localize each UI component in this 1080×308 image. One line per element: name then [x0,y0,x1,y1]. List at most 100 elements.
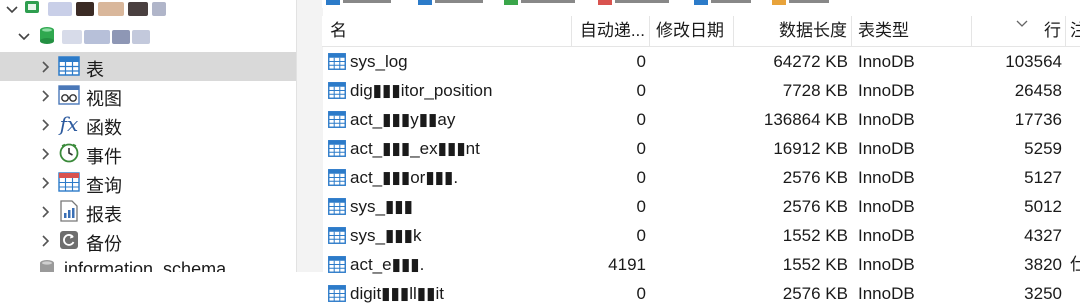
data-length-value: 2576 KB [782,168,848,187]
auto-increment-value: 0 [636,52,646,71]
table-name: sys_▮▮▮ [350,197,414,216]
table-icon [328,82,346,99]
chevron-right-icon[interactable] [38,175,54,191]
comment-value: 仕 [1070,255,1080,274]
toolbar-button[interactable] [326,0,391,6]
column-header-label: 行 [1044,21,1061,40]
data-length-value: 16912 KB [773,139,848,158]
auto-increment-value: 0 [636,139,646,158]
column-header-auto-increment[interactable]: 自动递... [572,16,650,46]
database-icon [36,25,58,47]
engine-value: InnoDB [858,110,915,129]
toolbar-button[interactable] [694,0,751,6]
comment-value [1070,134,1080,163]
redacted-text [84,30,110,44]
database-node[interactable] [0,22,296,51]
modified-date-value [656,76,734,105]
connection-icon [22,0,44,18]
comment-value [1070,192,1080,221]
toolbar-button[interactable] [598,0,669,6]
panel-splitter[interactable] [296,0,323,272]
row-count-value: 5127 [1024,168,1062,187]
chevron-down-icon[interactable] [4,2,20,18]
chevron-down-icon[interactable] [16,29,32,45]
data-length-value: 64272 KB [773,52,848,71]
tree-item-views[interactable]: 视图 [0,81,296,110]
tree-item-reports[interactable]: 报表 [0,197,296,226]
tree-item-events[interactable]: 事件 [0,139,296,168]
report-icon [58,200,80,222]
table-row[interactable]: act_▮▮▮y▮▮ay 0 136864 KB InnoDB 17736 [322,105,1080,134]
column-header-engine[interactable]: 表类型 [852,16,972,46]
column-header-data-length[interactable]: 数据长度 [734,16,852,46]
table-row[interactable]: dig▮▮▮itor_position 0 7728 KB InnoDB 26458 [322,76,1080,105]
data-length-value: 136864 KB [763,110,848,129]
modified-date-value [656,192,734,221]
comment-value [1070,47,1080,76]
data-length-value: 7728 KB [782,81,848,100]
comment-value [1070,105,1080,134]
event-clock-icon [58,142,80,164]
toolbar-button[interactable] [418,0,483,6]
data-length-value: 1552 KB [782,255,848,274]
tree-item-tables[interactable]: 表 [0,52,296,81]
redacted-text [98,2,124,16]
engine-value: InnoDB [858,52,915,71]
chevron-right-icon[interactable] [38,204,54,220]
chevron-right-icon[interactable] [38,88,54,104]
toolbar-button[interactable] [772,0,829,6]
auto-increment-value: 0 [636,81,646,100]
table-icon [328,256,346,273]
chevron-right-icon[interactable] [38,146,54,162]
auto-increment-value: 0 [636,168,646,187]
comment-value [1070,221,1080,250]
row-count-value: 5259 [1024,139,1062,158]
table-name: sys_log [350,52,408,71]
toolbar-button[interactable] [504,0,575,6]
tree-item-queries[interactable]: 查询 [0,168,296,197]
engine-value: InnoDB [858,197,915,216]
tree-item-label: 视图 [86,89,122,109]
table-icon [328,140,346,157]
row-count-value: 103564 [1005,52,1062,71]
tree-item-backups[interactable]: 备份 [0,226,296,255]
data-length-value: 1552 KB [782,226,848,245]
auto-increment-value: 0 [636,197,646,216]
auto-increment-value: 4191 [608,255,646,274]
row-count-value: 5012 [1024,197,1062,216]
table-name: act_e▮▮▮. [350,255,425,274]
table-row[interactable]: act_e▮▮▮. 4191 1552 KB InnoDB 3820 仕 [322,250,1080,279]
tree-item-label: 备份 [86,234,122,254]
column-header-comment[interactable]: 注 [1066,16,1080,46]
chevron-right-icon[interactable] [38,117,54,133]
table-name: act_▮▮▮_ex▮▮▮nt [350,139,480,158]
table-row[interactable]: sys_▮▮▮k 0 1552 KB InnoDB 4327 [322,221,1080,250]
table-row[interactable]: digit▮▮▮ll▮▮it 0 2576 KB InnoDB 3250 [322,279,1080,308]
modified-date-value [656,47,734,76]
table-row[interactable]: act_▮▮▮_ex▮▮▮nt 0 16912 KB InnoDB 5259 [322,134,1080,163]
connection-node[interactable] [0,0,296,19]
comment-value [1070,279,1080,308]
table-row[interactable]: act_▮▮▮or▮▮▮. 0 2576 KB InnoDB 5127 [322,163,1080,192]
table-name: sys_▮▮▮k [350,226,422,245]
table-name: dig▮▮▮itor_position [350,81,493,100]
table-icon [328,285,346,302]
table-icon [328,169,346,186]
table-row[interactable]: sys_▮▮▮ 0 2576 KB InnoDB 5012 [322,192,1080,221]
comment-value [1070,163,1080,192]
chevron-right-icon[interactable] [38,233,54,249]
table-name: digit▮▮▮ll▮▮it [350,284,445,303]
chevron-right-icon[interactable] [38,59,54,75]
modified-date-value [656,105,734,134]
data-length-value: 2576 KB [782,284,848,303]
column-header-modified-date[interactable]: 修改日期 [650,16,734,46]
tree-item-functions[interactable]: fx 函数 [0,110,296,139]
tree-item-label: 查询 [86,176,122,196]
row-count-value: 3250 [1024,284,1062,303]
redacted-text [112,30,130,44]
auto-increment-value: 0 [636,284,646,303]
tree-item-label: 报表 [86,205,122,225]
table-row[interactable]: sys_log 0 64272 KB InnoDB 103564 [322,47,1080,76]
database-node[interactable]: information_schema [0,258,296,272]
column-header-name[interactable]: 名 [322,16,572,46]
